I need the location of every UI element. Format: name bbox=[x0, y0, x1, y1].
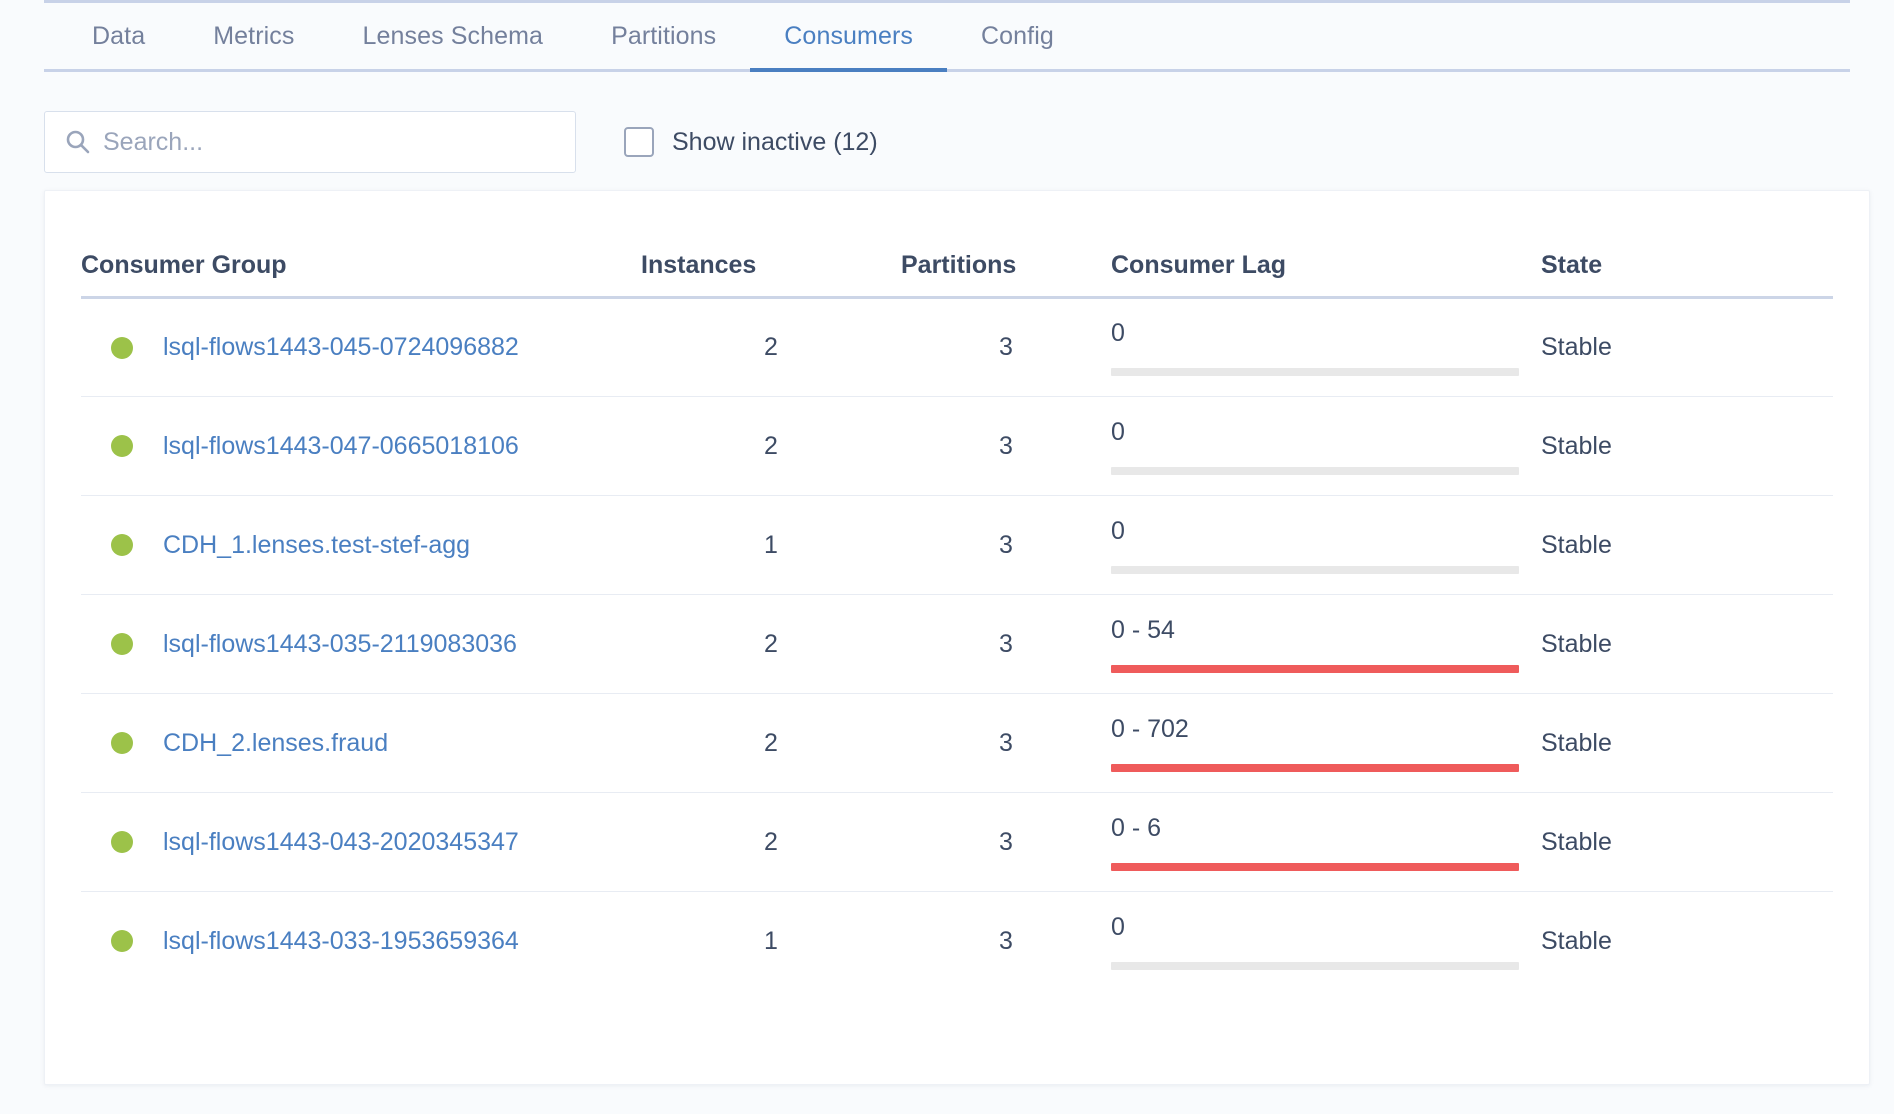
show-inactive-toggle[interactable]: Show inactive (12) bbox=[624, 127, 878, 157]
tab-consumers[interactable]: Consumers bbox=[750, 3, 947, 69]
consumer-lag-value: 0 - 54 bbox=[1111, 618, 1519, 643]
tab-lenses-schema[interactable]: Lenses Schema bbox=[328, 3, 577, 69]
table-row[interactable]: CDH_2.lenses.fraud 2 3 0 - 702 Stable bbox=[81, 694, 1833, 793]
consumer-group-link[interactable]: lsql-flows1443-035-2119083036 bbox=[163, 630, 517, 659]
cell-state: Stable bbox=[1541, 892, 1833, 991]
cell-consumer-lag: 0 bbox=[1111, 397, 1541, 496]
column-header-consumer-lag[interactable]: Consumer Lag bbox=[1111, 191, 1541, 298]
consumers-card: Consumer Group Instances Partitions Cons… bbox=[44, 190, 1870, 1085]
cell-state: Stable bbox=[1541, 298, 1833, 397]
cell-instances: 2 bbox=[641, 595, 901, 694]
cell-state: Stable bbox=[1541, 694, 1833, 793]
cell-consumer-group: lsql-flows1443-047-0665018106 bbox=[81, 397, 641, 496]
cell-consumer-lag: 0 - 6 bbox=[1111, 793, 1541, 892]
cell-consumer-lag: 0 bbox=[1111, 496, 1541, 595]
cell-instances: 2 bbox=[641, 793, 901, 892]
status-dot-icon bbox=[111, 831, 133, 853]
cell-instances: 2 bbox=[641, 298, 901, 397]
show-inactive-label: Show inactive (12) bbox=[672, 128, 878, 157]
status-dot-icon bbox=[111, 435, 133, 457]
table-row[interactable]: CDH_1.lenses.test-stef-agg 1 3 0 Stable bbox=[81, 496, 1833, 595]
consumer-lag-bar bbox=[1111, 665, 1519, 673]
consumer-lag-bar bbox=[1111, 566, 1519, 574]
tab-label: Lenses Schema bbox=[362, 22, 543, 51]
table-row[interactable]: lsql-flows1443-047-0665018106 2 3 0 Stab… bbox=[81, 397, 1833, 496]
column-header-state[interactable]: State bbox=[1541, 191, 1833, 298]
table-row[interactable]: lsql-flows1443-035-2119083036 2 3 0 - 54… bbox=[81, 595, 1833, 694]
consumer-lag-bar bbox=[1111, 467, 1519, 475]
column-header-consumer-group[interactable]: Consumer Group bbox=[81, 191, 641, 298]
consumer-group-link[interactable]: lsql-flows1443-045-0724096882 bbox=[163, 333, 519, 362]
consumer-group-link[interactable]: lsql-flows1443-047-0665018106 bbox=[163, 432, 519, 461]
cell-consumer-group: lsql-flows1443-035-2119083036 bbox=[81, 595, 641, 694]
consumer-lag-bar bbox=[1111, 962, 1519, 970]
cell-consumer-group: lsql-flows1443-045-0724096882 bbox=[81, 298, 641, 397]
cell-partitions: 3 bbox=[901, 892, 1111, 991]
tab-label: Data bbox=[92, 22, 145, 51]
status-dot-icon bbox=[111, 534, 133, 556]
cell-consumer-lag: 0 bbox=[1111, 298, 1541, 397]
tab-metrics[interactable]: Metrics bbox=[179, 3, 328, 69]
tab-label: Config bbox=[981, 22, 1054, 51]
cell-partitions: 3 bbox=[901, 298, 1111, 397]
tab-label: Consumers bbox=[784, 22, 913, 51]
cell-consumer-lag: 0 - 54 bbox=[1111, 595, 1541, 694]
cell-partitions: 3 bbox=[901, 793, 1111, 892]
column-header-partitions[interactable]: Partitions bbox=[901, 191, 1111, 298]
cell-instances: 1 bbox=[641, 892, 901, 991]
tab-config[interactable]: Config bbox=[947, 3, 1088, 69]
consumer-lag-bar bbox=[1111, 368, 1519, 376]
tab-label: Partitions bbox=[611, 22, 716, 51]
consumer-lag-value: 0 bbox=[1111, 519, 1519, 544]
consumer-lag-value: 0 - 6 bbox=[1111, 816, 1519, 841]
consumers-table-body: lsql-flows1443-045-0724096882 2 3 0 Stab… bbox=[81, 298, 1833, 991]
tab-data[interactable]: Data bbox=[44, 3, 179, 69]
consumer-lag-bar bbox=[1111, 764, 1519, 772]
cell-state: Stable bbox=[1541, 595, 1833, 694]
consumer-lag-value: 0 - 702 bbox=[1111, 717, 1519, 742]
cell-partitions: 3 bbox=[901, 694, 1111, 793]
cell-partitions: 3 bbox=[901, 496, 1111, 595]
table-row[interactable]: lsql-flows1443-045-0724096882 2 3 0 Stab… bbox=[81, 298, 1833, 397]
consumer-lag-value: 0 bbox=[1111, 420, 1519, 445]
cell-consumer-group: lsql-flows1443-033-1953659364 bbox=[81, 892, 641, 991]
search-icon bbox=[65, 129, 91, 155]
cell-consumer-lag: 0 - 702 bbox=[1111, 694, 1541, 793]
tab-label: Metrics bbox=[213, 22, 294, 51]
consumer-group-link[interactable]: lsql-flows1443-043-2020345347 bbox=[163, 828, 519, 857]
status-dot-icon bbox=[111, 337, 133, 359]
consumer-group-link[interactable]: CDH_1.lenses.test-stef-agg bbox=[163, 531, 470, 560]
filter-bar: Show inactive (12) bbox=[0, 72, 1894, 182]
tab-bar: Data Metrics Lenses Schema Partitions Co… bbox=[44, 0, 1850, 72]
cell-consumer-lag: 0 bbox=[1111, 892, 1541, 991]
table-row[interactable]: lsql-flows1443-043-2020345347 2 3 0 - 6 … bbox=[81, 793, 1833, 892]
consumer-lag-value: 0 bbox=[1111, 915, 1519, 940]
status-dot-icon bbox=[111, 732, 133, 754]
column-header-instances[interactable]: Instances bbox=[641, 191, 901, 298]
cell-state: Stable bbox=[1541, 793, 1833, 892]
table-header-row: Consumer Group Instances Partitions Cons… bbox=[81, 191, 1833, 298]
show-inactive-checkbox[interactable] bbox=[624, 127, 654, 157]
cell-consumer-group: CDH_2.lenses.fraud bbox=[81, 694, 641, 793]
cell-state: Stable bbox=[1541, 397, 1833, 496]
cell-instances: 2 bbox=[641, 397, 901, 496]
status-dot-icon bbox=[111, 633, 133, 655]
cell-consumer-group: CDH_1.lenses.test-stef-agg bbox=[81, 496, 641, 595]
search-box[interactable] bbox=[44, 111, 576, 173]
cell-partitions: 3 bbox=[901, 397, 1111, 496]
consumer-group-link[interactable]: lsql-flows1443-033-1953659364 bbox=[163, 927, 519, 956]
search-input[interactable] bbox=[45, 112, 575, 172]
status-dot-icon bbox=[111, 930, 133, 952]
cell-partitions: 3 bbox=[901, 595, 1111, 694]
tab-partitions[interactable]: Partitions bbox=[577, 3, 750, 69]
consumer-lag-value: 0 bbox=[1111, 321, 1519, 346]
consumer-lag-bar bbox=[1111, 863, 1519, 871]
cell-instances: 2 bbox=[641, 694, 901, 793]
cell-state: Stable bbox=[1541, 496, 1833, 595]
cell-instances: 1 bbox=[641, 496, 901, 595]
table-row[interactable]: lsql-flows1443-033-1953659364 1 3 0 Stab… bbox=[81, 892, 1833, 991]
consumer-group-link[interactable]: CDH_2.lenses.fraud bbox=[163, 729, 388, 758]
cell-consumer-group: lsql-flows1443-043-2020345347 bbox=[81, 793, 641, 892]
consumers-table: Consumer Group Instances Partitions Cons… bbox=[81, 191, 1833, 991]
